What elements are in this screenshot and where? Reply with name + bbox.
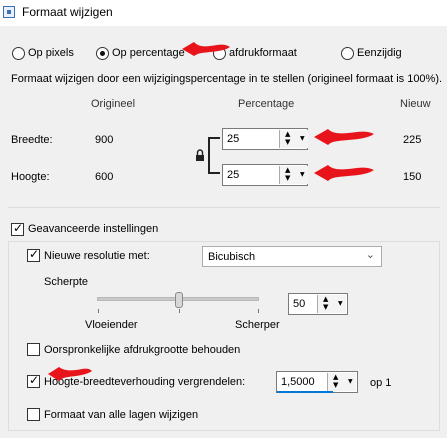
annotation-arrow-icon xyxy=(182,42,230,56)
height-original-value: 600 xyxy=(95,171,114,183)
radio-eenzijdig-label[interactable]: Eenzijdig xyxy=(357,47,402,59)
col-new-header: Nieuw xyxy=(400,98,431,110)
ratio-suffix: op 1 xyxy=(370,377,392,389)
width-spin-buttons[interactable]: ▲ ▼ xyxy=(279,130,299,148)
width-percentage-spinner[interactable]: 25 ▲ ▼ ▼ xyxy=(222,128,308,150)
chevron-down-icon: ⌄ xyxy=(365,248,375,261)
height-dropdown-button[interactable]: ▼ xyxy=(299,166,308,184)
spin-up-icon[interactable]: ▲ xyxy=(333,373,338,381)
height-percentage-value[interactable]: 25 xyxy=(227,169,239,181)
spin-down-icon[interactable]: ▼ xyxy=(323,303,328,311)
sharpness-max-label: Scherper xyxy=(235,319,280,331)
spin-down-icon[interactable]: ▼ xyxy=(285,138,290,146)
radio-op-percentage-label[interactable]: Op percentage xyxy=(112,47,185,59)
window-title: Formaat wijzigen xyxy=(22,5,113,19)
ratio-dropdown-button[interactable]: ▼ xyxy=(347,373,356,391)
sharpness-spin-buttons[interactable]: ▲ ▼ xyxy=(317,295,337,313)
resampling-method-select[interactable]: Bicubisch ⌄ xyxy=(202,246,382,267)
chevron-down-icon: ▼ xyxy=(348,378,353,385)
height-spin-buttons[interactable]: ▲ ▼ xyxy=(279,166,299,184)
new-resolution-label[interactable]: Nieuwe resolutie met: xyxy=(44,250,150,262)
col-percentage-header: Percentage xyxy=(238,98,295,110)
ratio-focus-underline xyxy=(277,391,333,393)
width-original-value: 900 xyxy=(95,134,114,146)
sharpness-label: Scherpte xyxy=(44,276,89,288)
slider-tick xyxy=(179,309,180,313)
all-layers-checkbox[interactable] xyxy=(27,408,40,421)
chevron-down-icon: ▼ xyxy=(300,135,305,142)
keep-print-size-checkbox[interactable] xyxy=(27,343,40,356)
radio-op-pixels-label[interactable]: Op pixels xyxy=(28,47,74,59)
height-percentage-spinner[interactable]: 25 ▲ ▼ ▼ xyxy=(222,164,308,186)
slider-tick xyxy=(98,309,99,313)
radio-op-percentage[interactable] xyxy=(96,47,109,60)
spin-down-icon[interactable]: ▼ xyxy=(333,381,338,389)
sharpness-slider-thumb[interactable] xyxy=(175,292,183,308)
spin-up-icon[interactable]: ▲ xyxy=(323,295,328,303)
sharpness-value[interactable]: 50 xyxy=(293,298,305,310)
app-icon xyxy=(3,6,15,18)
slider-tick xyxy=(258,309,259,313)
lock-ratio-checkbox[interactable] xyxy=(27,373,40,388)
col-original-header: Origineel xyxy=(91,98,136,110)
height-new-value: 150 xyxy=(403,171,422,183)
chevron-down-icon: ▼ xyxy=(300,171,305,178)
height-label: Hoogte: xyxy=(11,171,50,183)
advanced-settings-checkbox[interactable] xyxy=(11,221,24,236)
spin-up-icon[interactable]: ▲ xyxy=(285,166,290,174)
advanced-settings-label[interactable]: Geavanceerde instellingen xyxy=(28,223,158,235)
width-label: Breedte: xyxy=(11,134,53,146)
ratio-spinner[interactable]: 1,5000 ▲ ▼ ▼ xyxy=(276,371,358,393)
aspect-link-bracket xyxy=(208,137,220,174)
radio-op-pixels[interactable] xyxy=(12,47,25,60)
sharpness-spinner[interactable]: 50 ▲ ▼ ▼ xyxy=(288,293,348,315)
annotation-arrow-icon xyxy=(314,129,374,145)
sharpness-dropdown-button[interactable]: ▼ xyxy=(337,295,346,313)
mode-description: Formaat wijzigen door een wijzigingsperc… xyxy=(11,73,443,85)
sharpness-min-label: Vloeiender xyxy=(85,319,138,331)
all-layers-label[interactable]: Formaat van alle lagen wijzigen xyxy=(44,409,198,421)
keep-print-size-label[interactable]: Oorspronkelijke afdrukgrootte behouden xyxy=(44,344,240,356)
new-resolution-checkbox[interactable] xyxy=(27,247,40,262)
ratio-spin-buttons[interactable]: ▲ ▼ xyxy=(327,373,347,391)
advanced-settings-group xyxy=(8,241,440,431)
chevron-down-icon: ▼ xyxy=(338,300,343,307)
divider xyxy=(8,207,440,208)
spin-up-icon[interactable]: ▲ xyxy=(285,130,290,138)
width-new-value: 225 xyxy=(403,134,422,146)
radio-afdrukformaat-label[interactable]: afdrukformaat xyxy=(229,47,297,59)
lock-icon[interactable] xyxy=(195,149,205,162)
spin-down-icon[interactable]: ▼ xyxy=(285,174,290,182)
width-dropdown-button[interactable]: ▼ xyxy=(299,130,308,148)
annotation-arrow-icon xyxy=(314,165,374,181)
radio-eenzijdig[interactable] xyxy=(341,47,354,60)
annotation-arrow-icon xyxy=(48,367,92,381)
ratio-value[interactable]: 1,5000 xyxy=(281,376,315,388)
resampling-method-value: Bicubisch xyxy=(208,251,256,263)
width-percentage-value[interactable]: 25 xyxy=(227,133,239,145)
